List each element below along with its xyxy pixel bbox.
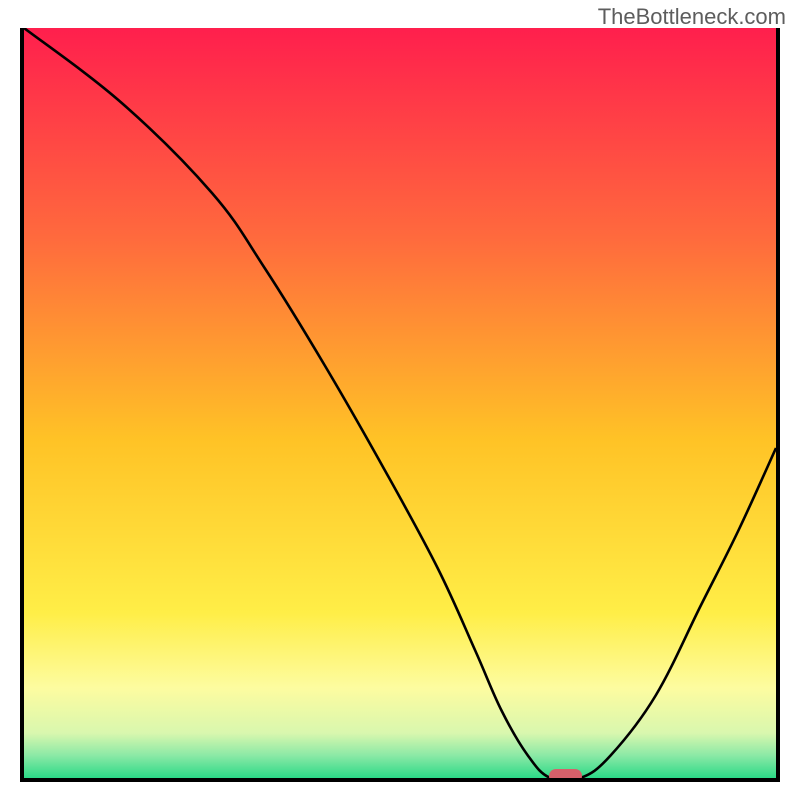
watermark-text: TheBottleneck.com: [598, 4, 786, 30]
bottleneck-curve: [24, 28, 776, 778]
chart-plot-area: [20, 28, 780, 782]
optimal-point-marker: [549, 769, 583, 782]
